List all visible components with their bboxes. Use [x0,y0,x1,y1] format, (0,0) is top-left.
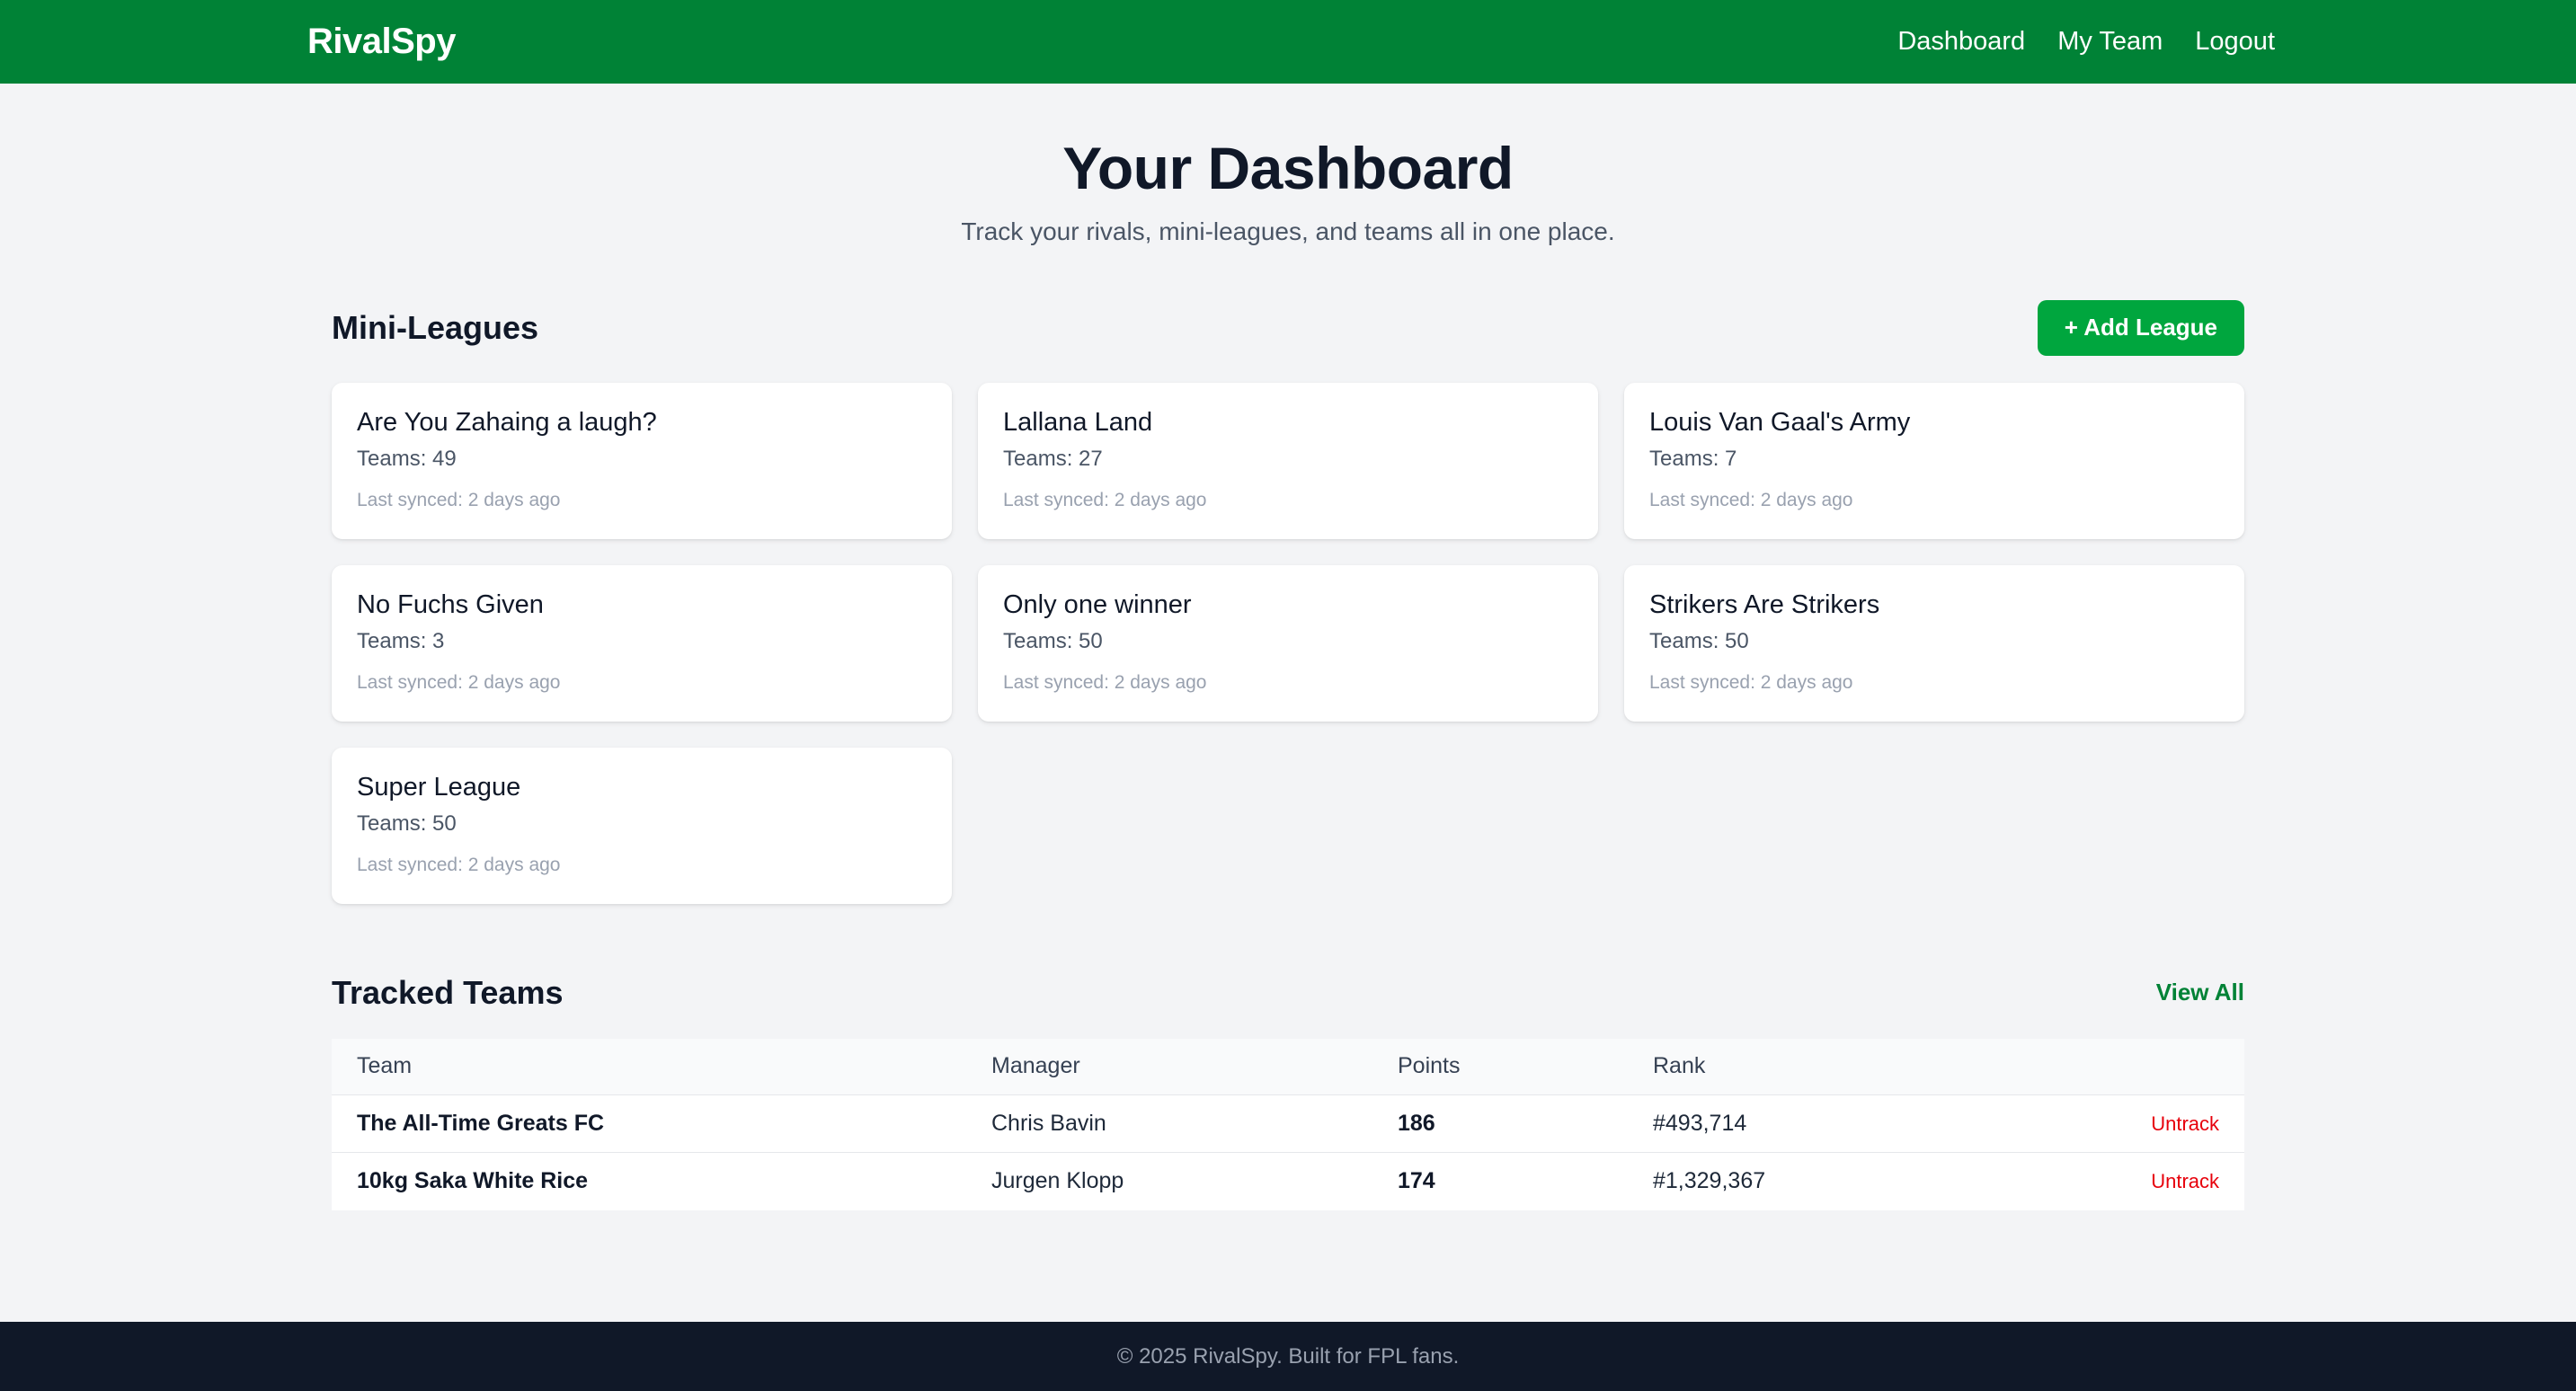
rank-cell: #493,714 [1628,1094,1985,1153]
column-header-rank: Rank [1653,1053,1706,1079]
action-cell: Untrack [1985,1094,2244,1153]
league-name: Super League [357,772,521,802]
league-team-count: Teams: 50 [1649,628,1749,653]
view-all-link[interactable]: View All [2156,979,2244,1006]
league-card[interactable]: Are You Zahaing a laugh? Teams: 49 Last … [332,382,952,539]
column-header-action [1985,1039,2244,1095]
league-card[interactable]: Strikers Are Strikers Teams: 50 Last syn… [1624,564,2244,722]
league-last-synced: Last synced: 2 days ago [1003,671,1207,693]
page-title: Your Dashboard [1062,135,1514,201]
league-name: Strikers Are Strikers [1649,589,1880,619]
league-card[interactable]: No Fuchs Given Teams: 3 Last synced: 2 d… [332,564,952,722]
column-header-team: Team [357,1053,413,1079]
hero: Your Dashboard Track your rivals, mini-l… [332,84,2244,246]
nav-link-my-team[interactable]: My Team [2057,27,2163,57]
league-name: Are You Zahaing a laugh? [357,407,657,437]
team-name-cell: The All-Time Greats FC [332,1094,966,1153]
tracked-teams-heading: Tracked Teams [332,973,564,1011]
mini-leagues-heading: Mini-Leagues [332,308,539,346]
table-row: 10kg Saka White Rice Jurgen Klopp 174 #1… [332,1152,2244,1210]
top-navbar: RivalSpy Dashboard My Team Logout [0,0,2576,84]
manager-cell: Chris Bavin [966,1094,1372,1153]
untrack-button[interactable]: Untrack [2151,1170,2219,1192]
column-header-manager: Manager [991,1053,1080,1079]
tracked-teams-table: Team Manager Points Rank The All-Time Gr… [332,1038,2244,1210]
league-team-count: Teams: 3 [357,628,445,653]
nav-link-logout[interactable]: Logout [2195,27,2275,57]
nav-link-dashboard[interactable]: Dashboard [1897,27,2025,57]
rank-cell: #1,329,367 [1628,1152,1985,1210]
tracked-teams-header: Tracked Teams View All [332,974,2244,1012]
league-grid: Are You Zahaing a laugh? Teams: 49 Last … [332,382,2244,904]
league-team-count: Teams: 27 [1003,446,1103,471]
league-team-count: Teams: 49 [357,446,457,471]
mini-leagues-header: Mini-Leagues + Add League [332,299,2244,356]
nav-links: Dashboard My Team Logout [1897,27,2275,57]
action-cell: Untrack [1985,1152,2244,1210]
page-footer: © 2025 RivalSpy. Built for FPL fans. [0,1322,2576,1391]
league-name: Lallana Land [1003,407,1153,437]
page-subtitle: Track your rivals, mini-leagues, and tea… [961,217,1615,245]
footer-text: © 2025 RivalSpy. Built for FPL fans. [1116,1343,1460,1369]
tracked-teams-section: Tracked Teams View All Team Manager Poin… [332,974,2244,1210]
table-row: The All-Time Greats FC Chris Bavin 186 #… [332,1094,2244,1153]
main-content: Your Dashboard Track your rivals, mini-l… [332,84,2244,1210]
league-team-count: Teams: 50 [1003,628,1103,653]
league-name: Only one winner [1003,589,1192,619]
league-name: No Fuchs Given [357,589,544,619]
league-name: Louis Van Gaal's Army [1649,407,1911,437]
league-card[interactable]: Louis Van Gaal's Army Teams: 7 Last sync… [1624,382,2244,539]
league-card[interactable]: Super League Teams: 50 Last synced: 2 da… [332,747,952,904]
league-last-synced: Last synced: 2 days ago [357,854,561,875]
league-last-synced: Last synced: 2 days ago [1649,671,1853,693]
points-cell: 186 [1372,1094,1628,1153]
add-league-button[interactable]: + Add League [2037,299,2244,356]
untrack-button[interactable]: Untrack [2151,1112,2219,1135]
league-last-synced: Last synced: 2 days ago [1649,489,1853,510]
league-card[interactable]: Lallana Land Teams: 27 Last synced: 2 da… [978,382,1598,539]
brand-logo[interactable]: RivalSpy [307,22,456,62]
league-team-count: Teams: 50 [357,811,457,836]
column-header-points: Points [1398,1053,1461,1079]
points-cell: 174 [1372,1152,1628,1210]
mini-leagues-section: Mini-Leagues + Add League Are You Zahain… [332,299,2244,904]
team-name-cell: 10kg Saka White Rice [332,1152,966,1210]
league-last-synced: Last synced: 2 days ago [357,671,561,693]
league-team-count: Teams: 7 [1649,446,1737,471]
manager-cell: Jurgen Klopp [966,1152,1372,1210]
league-last-synced: Last synced: 2 days ago [357,489,561,510]
league-card[interactable]: Only one winner Teams: 50 Last synced: 2… [978,564,1598,722]
table-header-row: Team Manager Points Rank [332,1038,2244,1095]
league-last-synced: Last synced: 2 days ago [1003,489,1207,510]
